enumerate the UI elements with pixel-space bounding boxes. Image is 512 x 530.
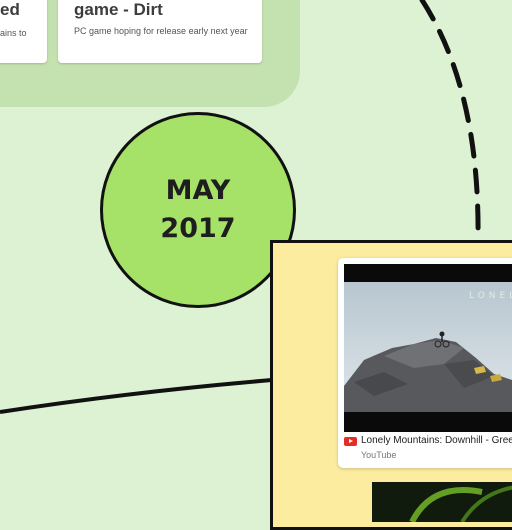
note-card-title: ame I ed [0, 0, 20, 19]
note-card-title: downhill mtb video game - Dirt [74, 0, 163, 19]
date-year: 2017 [160, 213, 236, 244]
note-card-description: PC game hoping for release early next ye… [74, 26, 248, 36]
note-card-description: ains to [0, 28, 27, 38]
note-card-partial[interactable]: ame I ed ains to [0, 0, 47, 63]
mountain-scene-image [344, 282, 512, 432]
video-title[interactable]: Lonely Mountains: Downhill - Gree [361, 435, 512, 446]
media-card-partial[interactable] [372, 482, 512, 522]
youtube-icon [344, 437, 357, 446]
date-milestone[interactable]: MAY 2017 [100, 112, 296, 308]
dashed-connector [419, 0, 481, 243]
note-card-dirt[interactable]: downhill mtb video game - Dirt PC game h… [58, 0, 262, 63]
card-group: ame I ed ains to downhill mtb video game… [0, 0, 300, 107]
green-swirl-image [409, 485, 512, 522]
video-card[interactable]: LONEL Lonely Mountains: Downhill - Gree … [338, 258, 512, 468]
video-thumbnail[interactable]: LONEL [344, 264, 512, 432]
solid-connector [0, 378, 273, 414]
video-source: YouTube [361, 450, 397, 460]
thumbnail-caption: LONEL [469, 291, 512, 301]
date-month: MAY [165, 175, 231, 206]
